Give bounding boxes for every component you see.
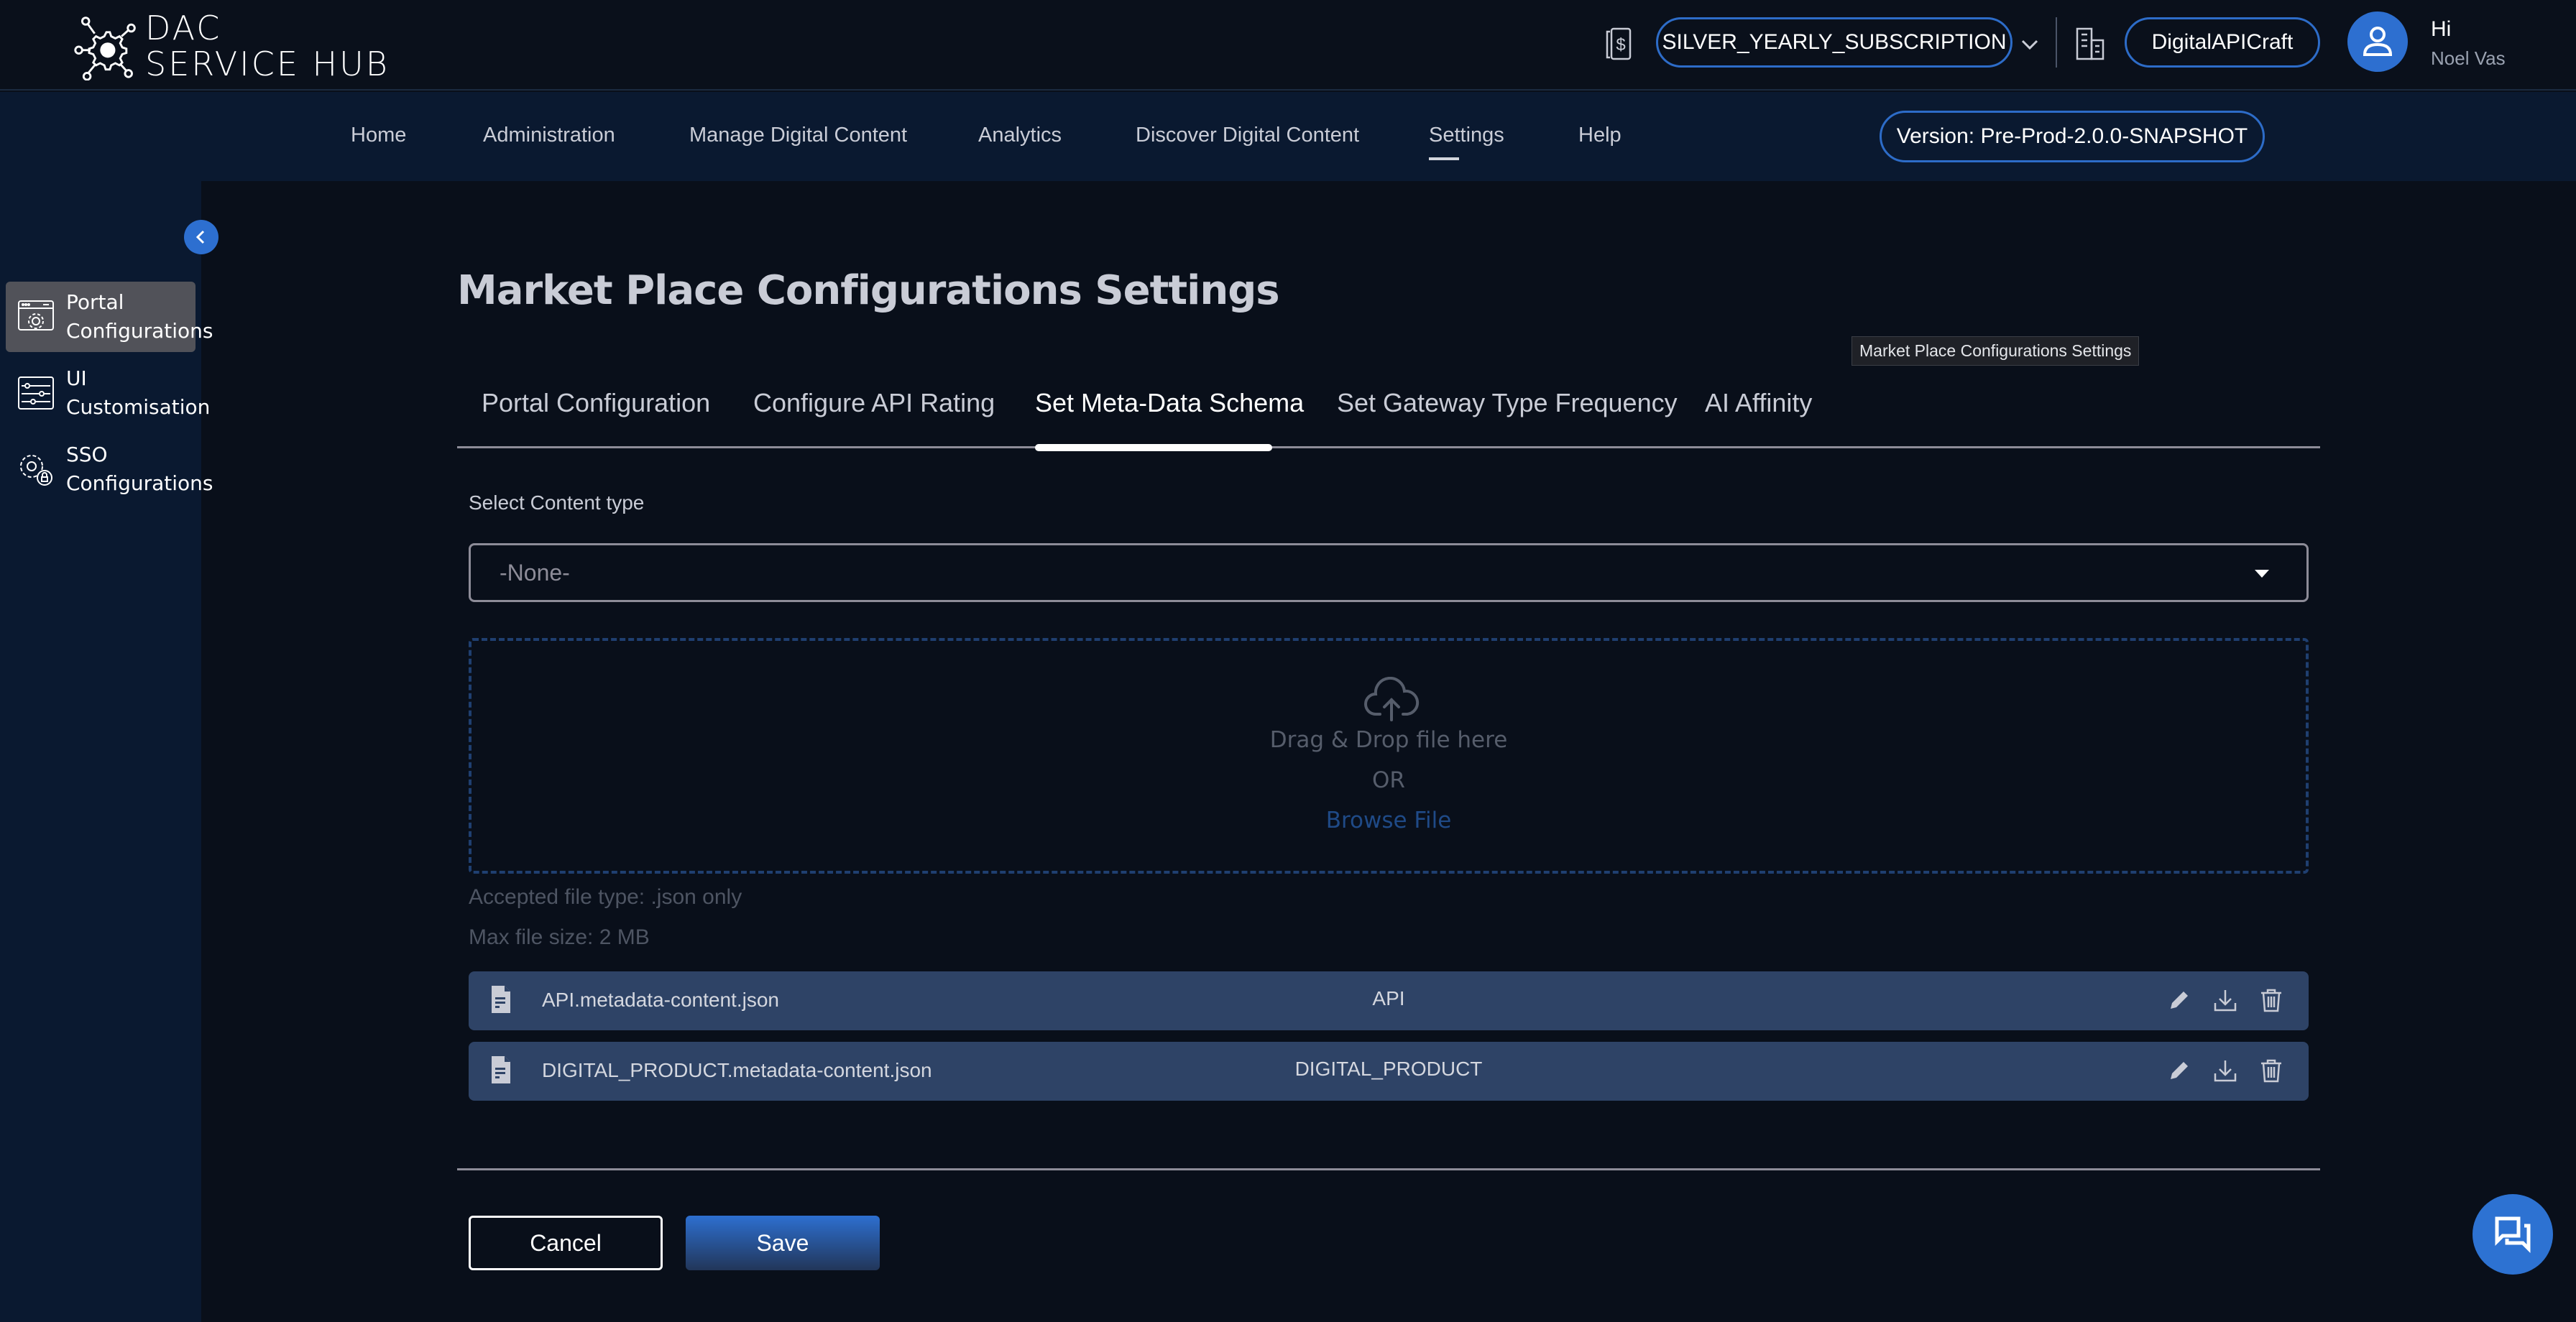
download-icon — [2214, 990, 2237, 1012]
sidebar-item-ui-customisation[interactable]: UI Customisation — [6, 358, 210, 428]
nav-analytics[interactable]: Analytics — [978, 124, 1062, 147]
pencil-icon — [2171, 1062, 2188, 1079]
browse-file-link[interactable]: Browse File — [472, 808, 2306, 833]
sidebar-item-sso-configurations[interactable]: SSO Configurations — [6, 434, 213, 504]
user-avatar-icon — [2363, 27, 2393, 56]
tab-ai-affinity[interactable]: AI Affinity — [1705, 388, 1812, 418]
greeting-text: Hi — [2431, 17, 2452, 41]
download-button[interactable] — [2212, 1058, 2238, 1083]
settings-sidebar: Portal Configurations UI Customisation S… — [0, 181, 213, 1322]
content-type-select[interactable]: -None- — [469, 543, 2309, 602]
user-avatar[interactable] — [2347, 11, 2408, 72]
download-icon — [2214, 1060, 2237, 1082]
download-button[interactable] — [2212, 987, 2238, 1013]
document-icon — [492, 1056, 510, 1083]
sidebar-label-line1: Portal — [66, 290, 124, 314]
tab-set-meta-data-schema[interactable]: Set Meta-Data Schema — [1035, 388, 1305, 451]
cloud-upload-icon — [1364, 677, 1420, 721]
title-tooltip: Market Place Configurations Settings — [1852, 336, 2140, 366]
version-badge: Version: Pre-Prod-2.0.0-SNAPSHOT — [1880, 111, 2265, 162]
nav-settings[interactable]: Settings — [1429, 124, 1504, 160]
content-type-value: -None- — [500, 559, 570, 586]
accepted-file-type-hint: Accepted file type: .json only — [469, 885, 742, 909]
tab-configure-api-rating[interactable]: Configure API Rating — [753, 388, 995, 418]
building-icon — [2076, 27, 2104, 60]
sidebar-item-portal-configurations[interactable]: Portal Configurations — [6, 282, 213, 352]
nav-administration[interactable]: Administration — [483, 124, 615, 147]
sidebar-label-line2: Configurations — [66, 319, 213, 343]
chevron-left-icon — [196, 230, 205, 244]
browser-gear-icon — [18, 300, 54, 330]
organization-selector[interactable]: DigitalAPICraft — [2125, 17, 2320, 68]
subscription-selector[interactable]: SILVER_YEARLY_SUBSCRIPTION — [1656, 17, 2012, 68]
logo-line1: DAC — [145, 9, 222, 47]
edit-button[interactable] — [2166, 1058, 2192, 1083]
file-dropzone[interactable]: Drag & Drop file here OR Browse File — [469, 638, 2309, 874]
form-divider — [457, 1168, 2320, 1170]
cancel-button[interactable]: Cancel — [469, 1216, 663, 1270]
page-title: Market Place Configurations Settings — [457, 267, 1280, 314]
nav-help[interactable]: Help — [1578, 124, 1622, 147]
tab-label: Set Meta-Data Schema — [1035, 388, 1305, 417]
nav-discover-digital-content[interactable]: Discover Digital Content — [1136, 124, 1359, 147]
chat-button[interactable] — [2472, 1194, 2553, 1275]
file-row: DIGITAL_PRODUCT.metadata-content.json DI… — [469, 1042, 2309, 1101]
tab-portal-configuration[interactable]: Portal Configuration — [482, 388, 710, 418]
gear-lock-icon — [20, 455, 52, 486]
tab-set-gateway-type-frequency[interactable]: Set Gateway Type Frequency — [1337, 388, 1678, 418]
dropzone-instruction: Drag & Drop file here — [1269, 727, 1508, 753]
chevron-down-icon[interactable] — [2017, 32, 2043, 57]
sidebar-label-line2: Configurations — [66, 471, 213, 495]
svg-text:$: $ — [1616, 35, 1625, 55]
dollar-document-icon: $ — [1606, 27, 1632, 60]
top-header: DAC SERVICE HUB $ SILVER_YEARLY_SUBSCRIP… — [0, 0, 2576, 91]
delete-button[interactable] — [2258, 987, 2284, 1013]
pencil-icon — [2171, 992, 2188, 1009]
content-type-label: Select Content type — [469, 491, 645, 514]
edit-button[interactable] — [2166, 987, 2192, 1013]
save-button[interactable]: Save — [686, 1216, 880, 1270]
sidebar-label-line1: UI — [66, 366, 87, 390]
sliders-icon — [18, 376, 54, 410]
file-name: DIGITAL_PRODUCT.metadata-content.json — [542, 1059, 932, 1081]
nav-home[interactable]: Home — [351, 124, 406, 147]
trash-icon — [2261, 989, 2281, 1012]
main-nav: Home Administration Manage Digital Conte… — [0, 92, 2576, 181]
chat-bubbles-icon — [2495, 1216, 2531, 1254]
delete-button[interactable] — [2258, 1058, 2284, 1083]
nav-manage-digital-content[interactable]: Manage Digital Content — [689, 124, 907, 147]
document-icon — [492, 986, 510, 1013]
user-greeting: Hi Noel Vas — [2431, 17, 2506, 70]
settings-tabs: Portal Configuration Configure API Ratin… — [457, 388, 2320, 451]
max-file-size-hint: Max file size: 2 MB — [469, 925, 650, 949]
sidebar-label-line1: SSO — [66, 443, 108, 466]
app-logo[interactable]: DAC SERVICE HUB — [72, 11, 390, 80]
trash-icon — [2261, 1059, 2281, 1083]
gear-network-icon — [74, 17, 136, 80]
logo-line2: SERVICE HUB — [145, 45, 390, 83]
file-row: API.metadata-content.json API — [469, 971, 2309, 1030]
caret-down-icon — [2255, 570, 2269, 578]
collapse-sidebar-button[interactable] — [184, 220, 218, 254]
sidebar-label-line2: Customisation — [66, 395, 211, 419]
file-name: API.metadata-content.json — [542, 989, 779, 1011]
dropzone-or: OR — [1372, 767, 1405, 793]
active-tab-indicator — [1035, 444, 1272, 451]
user-name: Noel Vas — [2431, 47, 2506, 69]
header-divider — [2056, 17, 2057, 68]
